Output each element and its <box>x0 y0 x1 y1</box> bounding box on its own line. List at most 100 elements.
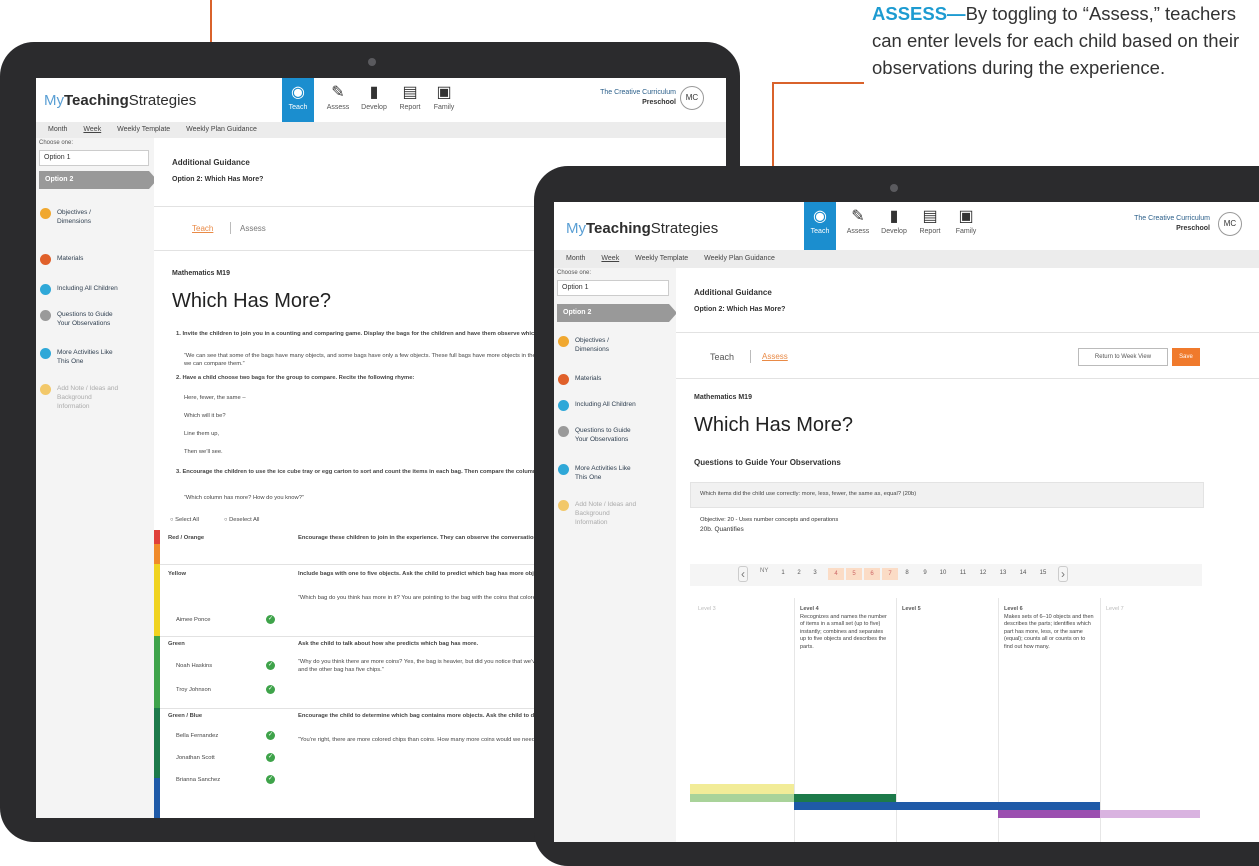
deselect-all[interactable]: ○ Deselect All <box>224 516 259 524</box>
left-nav-report[interactable]: ▤ Report <box>394 78 426 111</box>
check-icon[interactable]: ✓ <box>266 685 275 694</box>
including-icon <box>40 284 51 295</box>
subnav-week[interactable]: Week <box>83 126 101 133</box>
option2-item[interactable]: Option 2 <box>557 304 677 322</box>
pager-3[interactable]: 3 <box>810 570 820 576</box>
child-jonathan[interactable]: Jonathan Scott <box>176 754 215 762</box>
option1-select[interactable]: Option 1 <box>557 280 669 296</box>
course-code: Mathematics M19 <box>172 270 230 277</box>
apple-icon: ◉ <box>813 208 827 225</box>
level-5[interactable]: Level 5 <box>902 606 992 614</box>
check-icon[interactable]: ✓ <box>266 775 275 784</box>
sidebar-item-objectives[interactable]: Objectives / Dimensions <box>558 336 635 354</box>
level-3[interactable]: Level 3 <box>698 606 788 614</box>
right-curriculum-label: The Creative Curriculum Preschool <box>1134 215 1210 232</box>
sidebar-item-more-activities[interactable]: More Activities Like This One <box>558 464 635 482</box>
level-4[interactable]: Level 4 Recognizes and names the number o… <box>800 606 890 651</box>
subnav-weekly-template[interactable]: Weekly Template <box>635 255 688 262</box>
pager-5[interactable]: 5 <box>846 568 862 580</box>
level-7[interactable]: Level 7 <box>1106 606 1196 614</box>
tab-assess[interactable]: Assess <box>762 352 788 361</box>
sidebar-item-questions[interactable]: Questions to Guide Your Observations <box>558 426 635 444</box>
right-main: Additional Guidance Option 2: Which Has … <box>676 268 1259 842</box>
sidebar-item-objectives[interactable]: Objectives / Dimensions <box>40 208 150 226</box>
pencil-icon: ✎ <box>851 208 865 225</box>
child-noah[interactable]: Noah Haskins <box>176 662 212 670</box>
right-nav-develop[interactable]: ▮ Develop <box>878 202 910 235</box>
next-arrow-icon[interactable]: › <box>1058 566 1068 582</box>
right-nav-teach[interactable]: ◉ Teach <box>804 202 836 250</box>
left-nav-develop[interactable]: ▮ Develop <box>358 78 390 111</box>
right-logo[interactable]: MyTeachingStrategies <box>566 220 718 237</box>
child-bella[interactable]: Bella Fernandez <box>176 732 218 740</box>
pager-10[interactable]: 10 <box>938 570 948 576</box>
right-nav-family[interactable]: ▣ Family <box>950 202 982 235</box>
subnav-weekly-plan-guidance[interactable]: Weekly Plan Guidance <box>186 126 257 133</box>
pager-13[interactable]: 13 <box>998 570 1008 576</box>
tab-teach[interactable]: Teach <box>192 224 213 233</box>
subnav-weekly-plan-guidance[interactable]: Weekly Plan Guidance <box>704 255 775 262</box>
tab-assess[interactable]: Assess <box>240 224 266 233</box>
question-text[interactable]: Which items did the child use correctly:… <box>700 490 916 498</box>
level-6[interactable]: Level 6 Makes sets of 6–10 objects and th… <box>1004 606 1094 651</box>
page-title: Which Has More? <box>694 414 853 436</box>
check-icon[interactable]: ✓ <box>266 661 275 670</box>
left-tablet-camera <box>368 58 376 66</box>
option2-item[interactable]: Option 2 <box>39 171 157 189</box>
pager-7[interactable]: 7 <box>882 568 898 580</box>
pager-14[interactable]: 14 <box>1018 570 1028 576</box>
subnav-month[interactable]: Month <box>566 255 585 262</box>
sidebar-item-add-note[interactable]: Add Note / Ideas and Background Informat… <box>558 500 639 527</box>
tab-teach[interactable]: Teach <box>710 352 734 362</box>
sidebar-item-more-activities[interactable]: More Activities Like This One <box>40 348 117 366</box>
sidebar-item-materials[interactable]: Materials <box>558 374 601 385</box>
sidebar-item-add-note[interactable]: Add Note / Ideas and Background Informat… <box>40 384 121 411</box>
child-troy[interactable]: Troy Johnson <box>176 686 211 694</box>
pager-8[interactable]: 8 <box>902 570 912 576</box>
subnav-week[interactable]: Week <box>601 255 619 262</box>
save-button[interactable]: Save <box>1172 348 1200 366</box>
subnav-weekly-template[interactable]: Weekly Template <box>117 126 170 133</box>
sidebar-item-including[interactable]: Including All Children <box>40 284 118 295</box>
left-nav-family[interactable]: ▣ Family <box>428 78 460 111</box>
child-aimee[interactable]: Aimee Ponce <box>176 616 210 624</box>
pager-4[interactable]: 4 <box>828 568 844 580</box>
apple-icon: ◉ <box>291 84 305 101</box>
pager-15[interactable]: 15 <box>1038 570 1048 576</box>
right-nav-assess[interactable]: ✎ Assess <box>842 202 874 235</box>
check-icon[interactable]: ✓ <box>266 615 275 624</box>
option1-select[interactable]: Option 1 <box>39 150 149 166</box>
right-avatar[interactable]: MC <box>1218 212 1242 236</box>
sidebar-item-including[interactable]: Including All Children <box>558 400 636 411</box>
pager-9[interactable]: 9 <box>920 570 930 576</box>
objectives-icon <box>40 208 51 219</box>
divider <box>676 332 1259 333</box>
child-brianna[interactable]: Brianna Sanchez <box>176 776 220 784</box>
group-green: Green <box>168 641 185 647</box>
pager-2[interactable]: 2 <box>794 570 804 576</box>
course-code: Mathematics M19 <box>694 394 752 401</box>
pager-6[interactable]: 6 <box>864 568 880 580</box>
sidebar-item-materials[interactable]: Materials <box>40 254 83 265</box>
pager-11[interactable]: 11 <box>958 570 968 576</box>
prev-arrow-icon[interactable]: ‹ <box>738 566 748 582</box>
family-icon: ▣ <box>436 84 452 101</box>
left-avatar[interactable]: MC <box>680 86 704 110</box>
return-week-view-button[interactable]: Return to Week View <box>1078 348 1168 366</box>
tab-separator <box>750 350 751 363</box>
not-yet-icon[interactable]: NY <box>760 568 768 574</box>
left-nav-teach[interactable]: ◉ Teach <box>282 78 314 122</box>
pager-1[interactable]: 1 <box>778 570 788 576</box>
sidebar-item-questions[interactable]: Questions to Guide Your Observations <box>40 310 117 328</box>
objective: Objective: 20 - Uses number concepts and… <box>700 517 839 523</box>
check-icon[interactable]: ✓ <box>266 753 275 762</box>
sub-objective: 20b. Quantifies <box>700 526 744 533</box>
group-yellow: Yellow <box>168 571 187 577</box>
check-icon[interactable]: ✓ <box>266 731 275 740</box>
select-all[interactable]: ○ Select All <box>170 516 199 524</box>
left-nav-assess[interactable]: ✎ Assess <box>322 78 354 111</box>
subnav-month[interactable]: Month <box>48 126 67 133</box>
right-nav-report[interactable]: ▤ Report <box>914 202 946 235</box>
left-logo[interactable]: MyTeachingStrategies <box>44 92 196 109</box>
pager-12[interactable]: 12 <box>978 570 988 576</box>
